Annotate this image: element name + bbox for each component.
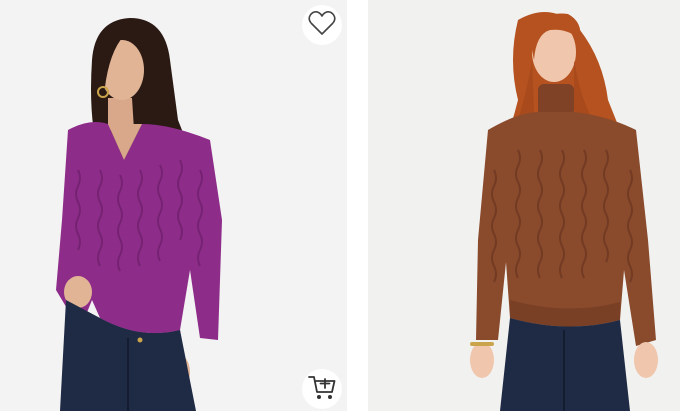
product-card-1[interactable] [0,0,347,411]
favorite-button[interactable] [302,5,342,45]
add-to-cart-button[interactable] [302,369,342,409]
product-grid [0,0,680,411]
add-to-cart-icon [307,373,337,406]
product-image-2[interactable] [368,0,680,411]
product-card-2[interactable] [368,0,680,411]
product-image-1[interactable] [0,0,347,411]
heart-outline-icon [308,10,336,41]
